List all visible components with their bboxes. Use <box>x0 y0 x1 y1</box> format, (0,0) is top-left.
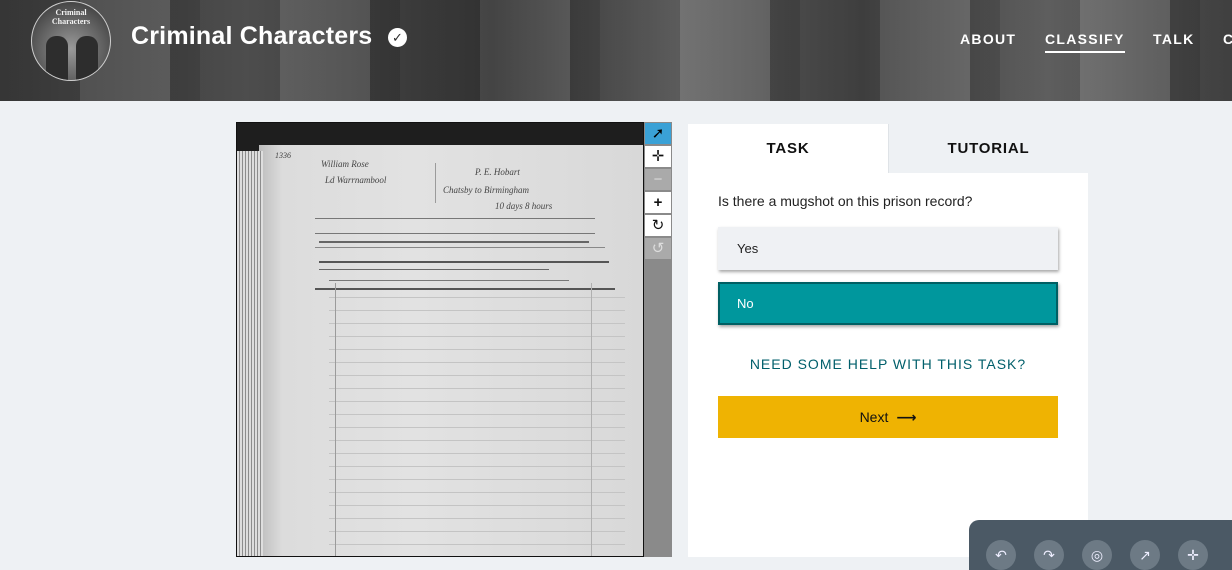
move-icon[interactable]: ✛ <box>645 146 671 167</box>
avatar-text: Criminal Characters <box>51 8 91 26</box>
doc-name: William Rose <box>321 159 369 169</box>
expand-icon[interactable]: ↗ <box>1130 540 1160 570</box>
redo-icon[interactable]: ↷ <box>1034 540 1064 570</box>
target-icon[interactable]: ◎ <box>1082 540 1112 570</box>
tab-task[interactable]: TASK <box>688 124 888 173</box>
ledger-page-image: 1336 William Rose Ld Warrnambool P. E. H… <box>259 145 643 556</box>
project-header: Criminal Characters Criminal Characters … <box>0 0 1232 101</box>
project-title[interactable]: Criminal Characters <box>131 22 372 51</box>
answer-yes-button[interactable]: Yes <box>718 227 1058 270</box>
task-question: Is there a mugshot on this prison record… <box>718 193 973 209</box>
undo-icon[interactable]: ↶ <box>986 540 1016 570</box>
verified-check-icon: ✓ <box>388 28 407 47</box>
pointer-icon[interactable]: ➚ <box>645 123 671 144</box>
floating-toolbar: ↶ ↷ ◎ ↗ ✛ <box>969 520 1232 570</box>
nav-about[interactable]: ABOUT <box>960 31 1016 47</box>
nav-collections-truncated[interactable]: C <box>1223 31 1232 47</box>
arrow-right-icon: ⟶ <box>896 409 917 425</box>
next-button[interactable]: Next ⟶ <box>718 396 1058 438</box>
need-help-link[interactable]: NEED SOME HELP WITH THIS TASK? <box>688 356 1088 372</box>
page-number: 1336 <box>275 151 291 160</box>
task-panel: TASK TUTORIAL Is there a mugshot on this… <box>688 124 1088 557</box>
nav-talk[interactable]: TALK <box>1153 31 1195 47</box>
tab-tutorial[interactable]: TUTORIAL <box>888 124 1088 173</box>
reset-icon[interactable]: ↺ <box>645 238 671 259</box>
project-avatar[interactable]: Criminal Characters <box>31 1 111 81</box>
nav-classify[interactable]: CLASSIFY <box>1045 31 1125 53</box>
image-toolbar: ➚ ✛ − + ↻ ↺ <box>644 122 672 557</box>
subject-viewer[interactable]: 1336 William Rose Ld Warrnambool P. E. H… <box>236 122 644 557</box>
zoom-in-icon[interactable]: + <box>645 192 671 213</box>
zoom-out-icon[interactable]: − <box>645 169 671 190</box>
rotate-icon[interactable]: ↻ <box>645 215 671 236</box>
move-all-icon[interactable]: ✛ <box>1178 540 1208 570</box>
answer-no-button[interactable]: No <box>718 282 1058 325</box>
next-label: Next <box>859 409 889 425</box>
